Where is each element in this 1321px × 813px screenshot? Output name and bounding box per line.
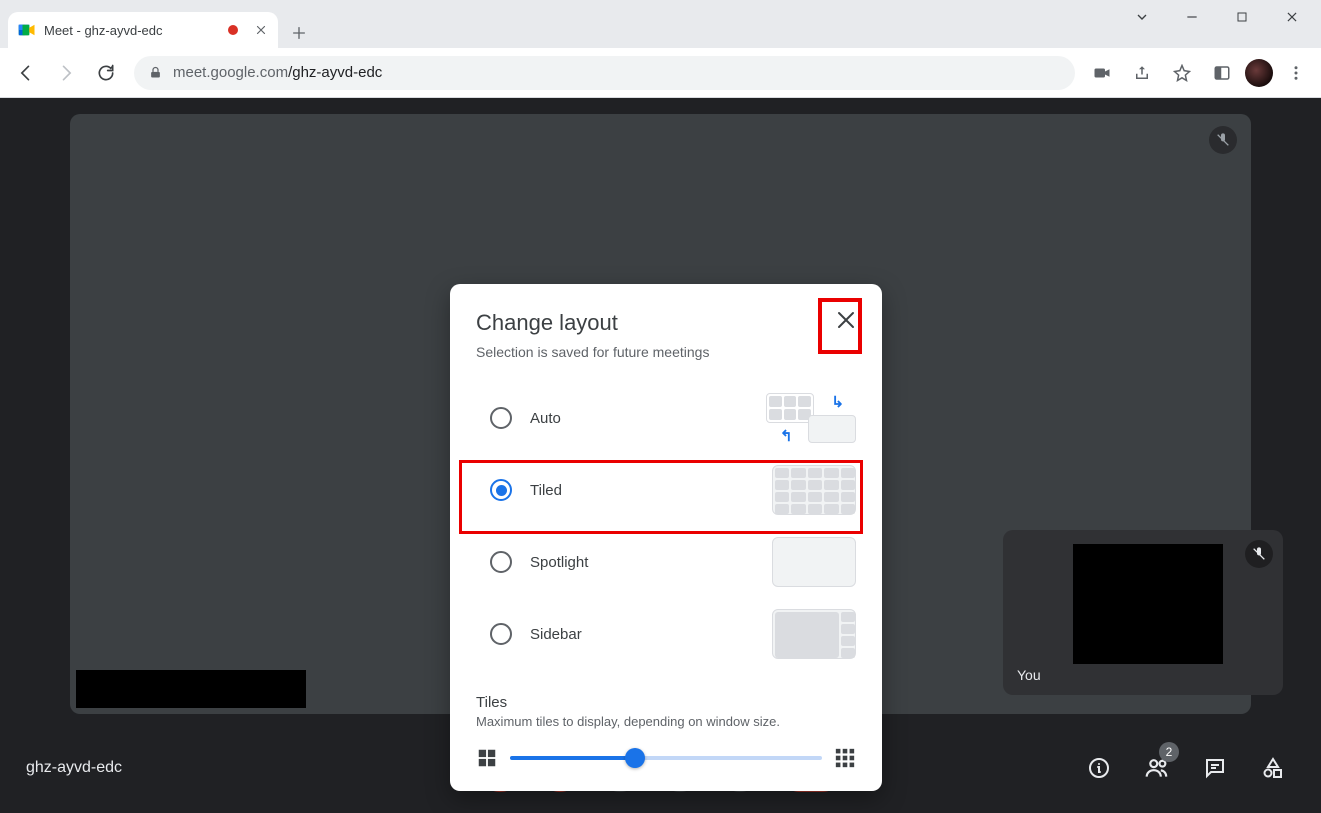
tab-close-button[interactable] bbox=[254, 23, 268, 37]
self-label: You bbox=[1017, 667, 1041, 683]
browser-toolbar: meet.google.com/ghz-ayvd-edc bbox=[0, 48, 1321, 98]
layout-preview-auto-icon: ↳ ↰ bbox=[766, 393, 856, 443]
lock-icon bbox=[148, 65, 163, 80]
self-video-tile[interactable]: You bbox=[1003, 530, 1283, 695]
window-maximize-button[interactable] bbox=[1219, 2, 1265, 32]
self-video-redacted bbox=[1073, 544, 1223, 664]
dialog-title: Change layout bbox=[476, 310, 856, 336]
sidepanel-icon[interactable] bbox=[1205, 56, 1239, 90]
new-tab-button[interactable] bbox=[284, 18, 314, 48]
radio-icon bbox=[490, 623, 512, 645]
layout-preview-sidebar-icon bbox=[772, 609, 856, 659]
bookmark-star-icon[interactable] bbox=[1165, 56, 1199, 90]
nav-forward-button[interactable] bbox=[48, 55, 84, 91]
recording-indicator-icon bbox=[228, 25, 238, 35]
mic-muted-icon bbox=[1209, 126, 1237, 154]
tiles-many-icon bbox=[834, 747, 856, 769]
participant-name-redacted bbox=[76, 670, 306, 708]
window-minimize-button[interactable] bbox=[1169, 2, 1215, 32]
radio-icon bbox=[490, 551, 512, 573]
layout-preview-spotlight-icon bbox=[772, 537, 856, 587]
meet-area: You ghz-ayvd-edc CC 2 Change layout Sele… bbox=[0, 98, 1321, 813]
tabsearch-icon[interactable] bbox=[1119, 2, 1165, 32]
url-host: meet.google.com bbox=[173, 64, 288, 81]
participants-button[interactable]: 2 bbox=[1135, 746, 1179, 790]
option-label: Tiled bbox=[530, 482, 562, 499]
browser-tab[interactable]: Meet - ghz-ayvd-edc bbox=[8, 12, 278, 48]
share-icon[interactable] bbox=[1125, 56, 1159, 90]
tiles-description: Maximum tiles to display, depending on w… bbox=[476, 714, 856, 729]
layout-option-sidebar[interactable]: Sidebar bbox=[476, 600, 856, 668]
layout-option-spotlight[interactable]: Spotlight bbox=[476, 528, 856, 596]
chat-button[interactable] bbox=[1193, 746, 1237, 790]
meet-favicon bbox=[18, 21, 36, 39]
layout-preview-tiled-icon bbox=[772, 465, 856, 515]
layout-option-tiled[interactable]: Tiled bbox=[476, 456, 856, 524]
meeting-details-button[interactable] bbox=[1077, 746, 1121, 790]
slider-thumb[interactable] bbox=[625, 748, 645, 768]
dialog-close-button[interactable] bbox=[824, 298, 868, 342]
nav-back-button[interactable] bbox=[8, 55, 44, 91]
option-label: Sidebar bbox=[530, 626, 582, 643]
profile-avatar[interactable] bbox=[1245, 59, 1273, 87]
tiles-heading: Tiles bbox=[476, 694, 856, 711]
camera-icon[interactable] bbox=[1085, 56, 1119, 90]
change-layout-dialog: Change layout Selection is saved for fut… bbox=[450, 284, 882, 791]
window-controls bbox=[1119, 2, 1315, 32]
radio-icon bbox=[490, 407, 512, 429]
tiles-few-icon bbox=[476, 747, 498, 769]
dialog-subtitle: Selection is saved for future meetings bbox=[476, 344, 856, 360]
activities-button[interactable] bbox=[1251, 746, 1295, 790]
mic-muted-icon bbox=[1245, 540, 1273, 568]
radio-icon bbox=[490, 479, 512, 501]
meeting-code: ghz-ayvd-edc bbox=[26, 759, 122, 777]
window-close-button[interactable] bbox=[1269, 2, 1315, 32]
nav-reload-button[interactable] bbox=[88, 55, 124, 91]
tab-title: Meet - ghz-ayvd-edc bbox=[44, 23, 163, 38]
layout-option-auto[interactable]: Auto ↳ ↰ bbox=[476, 384, 856, 452]
option-label: Auto bbox=[530, 410, 561, 427]
meet-right-controls: 2 bbox=[1077, 746, 1295, 790]
browser-menu-button[interactable] bbox=[1279, 56, 1313, 90]
url-path: /ghz-ayvd-edc bbox=[288, 64, 382, 81]
option-label: Spotlight bbox=[530, 554, 588, 571]
participants-count-badge: 2 bbox=[1159, 742, 1179, 762]
tiles-slider[interactable] bbox=[510, 756, 822, 760]
address-bar[interactable]: meet.google.com/ghz-ayvd-edc bbox=[134, 56, 1075, 90]
